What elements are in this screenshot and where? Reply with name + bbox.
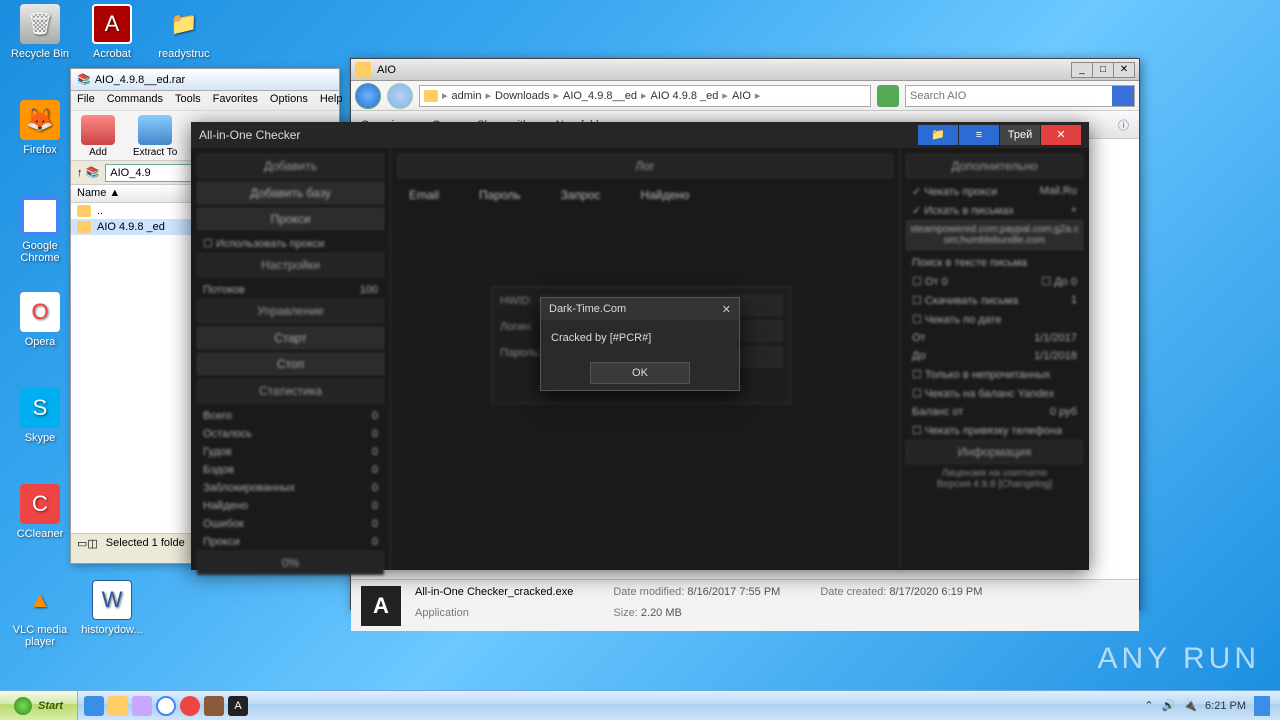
- ie-icon[interactable]: [84, 696, 104, 716]
- back-button[interactable]: [355, 83, 381, 109]
- explorer-icon[interactable]: [108, 696, 128, 716]
- close-button[interactable]: ✕: [1041, 125, 1081, 145]
- dialog-title: Dark-Time.Com: [549, 303, 626, 315]
- breadcrumb[interactable]: ▸ admin▸ Downloads▸ AIO_4.9.8__ed▸ AIO 4…: [419, 85, 871, 107]
- media-icon[interactable]: [132, 696, 152, 716]
- historydow-icon[interactable]: Whistorydow...: [78, 580, 146, 636]
- folder-button[interactable]: 📁: [918, 125, 958, 145]
- minimize-button[interactable]: _: [1071, 62, 1093, 78]
- details-pane: A All-in-One Checker_cracked.exe Date mo…: [351, 579, 1139, 631]
- label: CCleaner: [17, 528, 63, 540]
- menu-tools[interactable]: Tools: [175, 93, 201, 108]
- close-button[interactable]: ✕: [1113, 62, 1135, 78]
- extract-button[interactable]: Extract To: [133, 115, 177, 156]
- add-base-button[interactable]: Добавить базу: [197, 182, 384, 204]
- start-button[interactable]: Старт: [197, 327, 384, 349]
- ccleaner-icon[interactable]: CCCleaner: [6, 484, 74, 540]
- acrobat-icon[interactable]: AAcrobat: [78, 4, 146, 60]
- search-button[interactable]: [1112, 86, 1134, 106]
- skype-icon[interactable]: SSkype: [6, 388, 74, 444]
- add-button[interactable]: Add: [81, 115, 115, 156]
- tray-expand-icon[interactable]: ⌃: [1144, 699, 1153, 712]
- aio-titlebar[interactable]: All-in-One Checker 📁 ≡ Трей ✕: [191, 122, 1089, 148]
- taskbar: Start A ⌃ 🔊 🔌 6:21 PM: [0, 690, 1280, 720]
- chrome-icon[interactable]: Google Chrome: [6, 196, 74, 264]
- label: VLC media player: [13, 624, 67, 648]
- menu-commands[interactable]: Commands: [107, 93, 163, 108]
- chrome-icon[interactable]: [156, 696, 176, 716]
- dialog-titlebar[interactable]: Dark-Time.Com ✕: [541, 298, 739, 320]
- dialog-message: Cracked by [#PCR#]: [541, 320, 739, 356]
- title: AIO_4.9.8__ed.rar: [95, 74, 186, 86]
- forward-button[interactable]: [387, 83, 413, 109]
- search-box: [905, 85, 1135, 107]
- menu-file[interactable]: File: [77, 93, 95, 108]
- menu-help[interactable]: Help: [320, 93, 343, 108]
- label: Skype: [25, 432, 56, 444]
- recycle-bin-icon[interactable]: 🗑Recycle Bin: [6, 4, 74, 60]
- anyrun-watermark: ANY RUN: [1098, 642, 1260, 676]
- explorer-nav: ▸ admin▸ Downloads▸ AIO_4.9.8__ed▸ AIO 4…: [351, 81, 1139, 111]
- title: AIO: [377, 64, 396, 76]
- search-input[interactable]: [906, 86, 1134, 106]
- maximize-button[interactable]: □: [1092, 62, 1114, 78]
- aio-task-icon[interactable]: A: [228, 696, 248, 716]
- label: readystruc: [158, 48, 209, 60]
- label: Firefox: [23, 144, 57, 156]
- refresh-button[interactable]: [877, 85, 899, 107]
- help-icon[interactable]: ⓘ: [1118, 117, 1129, 133]
- label: Recycle Bin: [11, 48, 69, 60]
- right-panel: Дополнительно ✓ Чекать проксиMail.Ru ✓ И…: [899, 148, 1089, 570]
- label: Acrobat: [93, 48, 131, 60]
- winrar-titlebar[interactable]: 📚 AIO_4.9.8__ed.rar: [71, 69, 339, 91]
- start-button[interactable]: Start: [0, 691, 78, 720]
- file-thumb: A: [361, 586, 401, 626]
- clock[interactable]: 6:21 PM: [1205, 700, 1246, 712]
- volume-icon[interactable]: 🔊: [1162, 699, 1176, 712]
- label: Opera: [25, 336, 56, 348]
- title: All-in-One Checker: [199, 128, 300, 142]
- system-tray: ⌃ 🔊 🔌 6:21 PM: [1134, 696, 1280, 716]
- stop-button[interactable]: Стоп: [197, 353, 384, 375]
- readystruc-icon[interactable]: 📁readystruc: [150, 4, 218, 60]
- dialog-close-icon[interactable]: ✕: [722, 303, 731, 316]
- label: Google Chrome: [20, 240, 59, 264]
- vlc-icon[interactable]: ▲VLC media player: [6, 580, 74, 648]
- winrar-menubar: File Commands Tools Favorites Options He…: [71, 91, 339, 111]
- network-icon[interactable]: 🔌: [1183, 699, 1197, 712]
- quick-launch: A: [78, 696, 254, 716]
- winrar-icon[interactable]: [204, 696, 224, 716]
- left-panel: Добавить Добавить базу Прокси ☐ Использо…: [191, 148, 391, 570]
- threads-input[interactable]: 100: [360, 284, 378, 296]
- opera-icon[interactable]: OOpera: [6, 292, 74, 348]
- dark-time-dialog: Dark-Time.Com ✕ Cracked by [#PCR#] OK: [540, 297, 740, 391]
- explorer-titlebar[interactable]: AIO _ □ ✕: [351, 59, 1139, 81]
- folder-icon: [355, 62, 371, 78]
- menu-favorites[interactable]: Favorites: [213, 93, 258, 108]
- label: historydow...: [81, 624, 142, 636]
- tray-button[interactable]: Трей: [1000, 125, 1040, 145]
- ok-button[interactable]: OK: [590, 362, 690, 384]
- opera-icon[interactable]: [180, 696, 200, 716]
- menu-button[interactable]: ≡: [959, 125, 999, 145]
- proxy-button[interactable]: Прокси: [197, 208, 384, 230]
- file-name: All-in-One Checker_cracked.exe: [415, 586, 573, 605]
- show-desktop[interactable]: [1254, 696, 1270, 716]
- firefox-icon[interactable]: 🦊Firefox: [6, 100, 74, 156]
- menu-options[interactable]: Options: [270, 93, 308, 108]
